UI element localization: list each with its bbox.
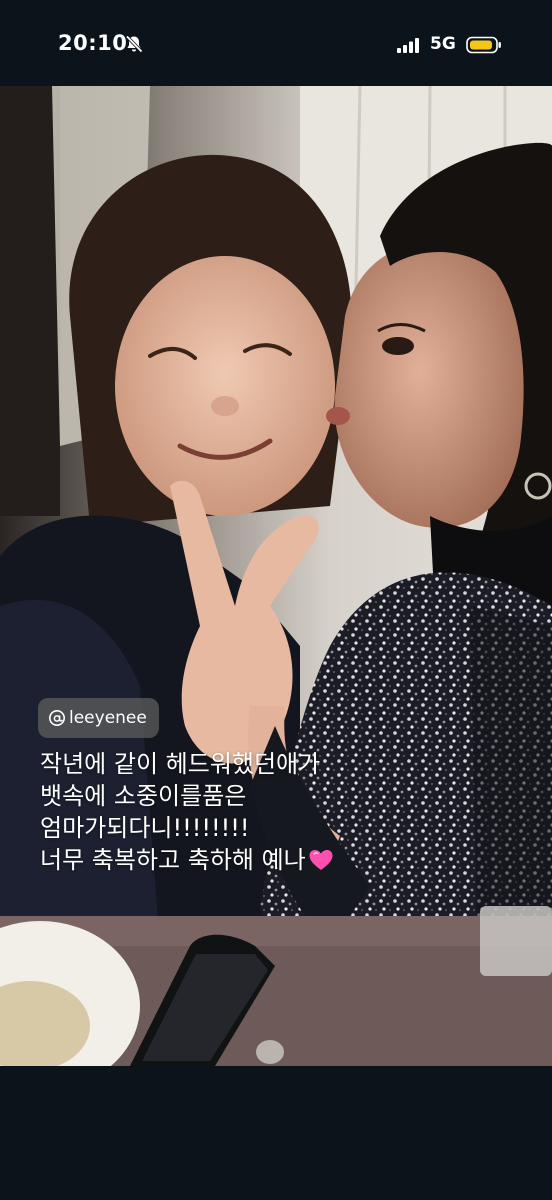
mention-tag[interactable]: leeyenee <box>38 698 159 738</box>
story-caption: 작년에 같이 헤드워했던애가 뱃속에 소중이를품은 엄마가되다니!!!!!!!!… <box>40 748 520 876</box>
story-photo[interactable] <box>0 86 552 1066</box>
signal-bars-icon <box>397 38 419 53</box>
status-bar: 20:10 5G <box>0 0 552 86</box>
mention-handle: leeyenee <box>69 707 147 728</box>
caption-line-1: 작년에 같이 헤드워했던애가 <box>40 750 321 778</box>
caption-line-4: 너무 축복하고 축하해 예나 <box>40 844 520 876</box>
bell-muted-icon <box>125 35 143 53</box>
caption-line-2: 뱃속에 소중이를품은 <box>40 782 247 810</box>
battery-icon <box>466 36 501 54</box>
photo-illustration <box>0 86 552 1066</box>
threads-at-icon <box>49 710 65 726</box>
caption-line-3: 엄마가되다니!!!!!!!! <box>40 814 250 842</box>
status-time: 20:10 <box>58 31 128 55</box>
network-type: 5G <box>430 34 456 54</box>
caption-line-4-text: 너무 축복하고 축하해 예나 <box>40 846 306 874</box>
pink-heart-icon <box>309 850 333 870</box>
bottom-area <box>0 1066 552 1200</box>
story-screen: 20:10 5G leeyenee 작년에 같이 헤드워했던애가 뱃속에 소중이… <box>0 0 552 1200</box>
